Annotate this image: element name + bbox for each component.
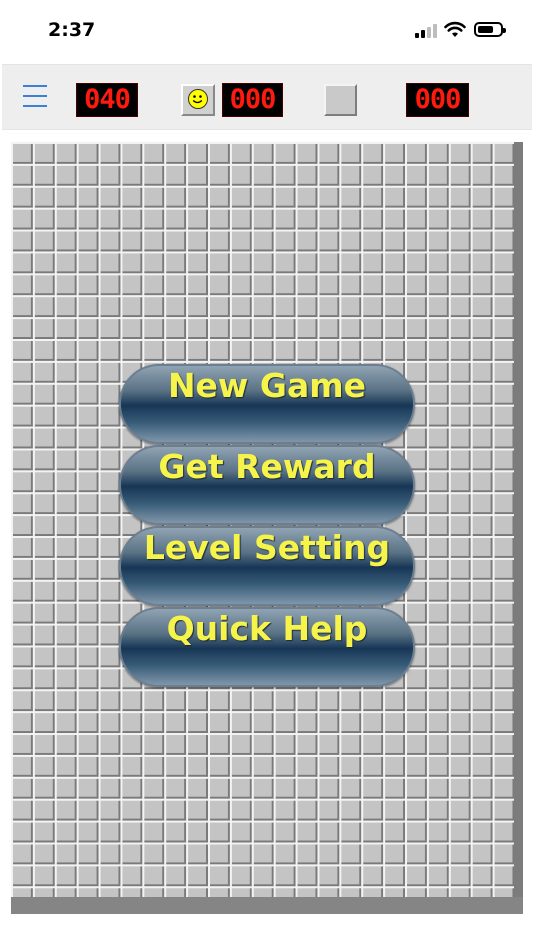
status-time: 2:37 [48, 19, 96, 41]
score-counter: 000 [222, 83, 283, 117]
hamburger-menu-icon[interactable] [23, 85, 47, 107]
get-reward-button[interactable]: Get Reward [119, 445, 415, 525]
game-toolbar: 040 000 000 [2, 64, 532, 130]
level-setting-label: Level Setting [143, 528, 391, 567]
smiley-reset-button[interactable] [181, 84, 215, 116]
mine-counter: 040 [76, 83, 138, 117]
quick-help-button[interactable]: Quick Help [119, 607, 415, 687]
smiley-face-icon [188, 89, 208, 109]
new-game-label: New Game [167, 366, 367, 405]
status-bar: 2:37 [0, 0, 534, 62]
quick-help-label: Quick Help [166, 609, 368, 648]
new-game-button[interactable]: New Game [119, 364, 415, 444]
battery-icon [474, 22, 506, 37]
wifi-icon [444, 21, 466, 37]
get-reward-label: Get Reward [158, 447, 376, 486]
board-border-right [514, 142, 523, 914]
cellular-signal-icon [415, 23, 437, 38]
game-menu: New Game Get Reward Level Setting Quick … [119, 364, 415, 687]
board-border-bottom [11, 897, 523, 914]
bottom-margin [0, 920, 534, 950]
level-setting-button[interactable]: Level Setting [119, 526, 415, 606]
flag-mode-button[interactable] [324, 84, 357, 116]
timer-display: 000 [406, 83, 469, 117]
